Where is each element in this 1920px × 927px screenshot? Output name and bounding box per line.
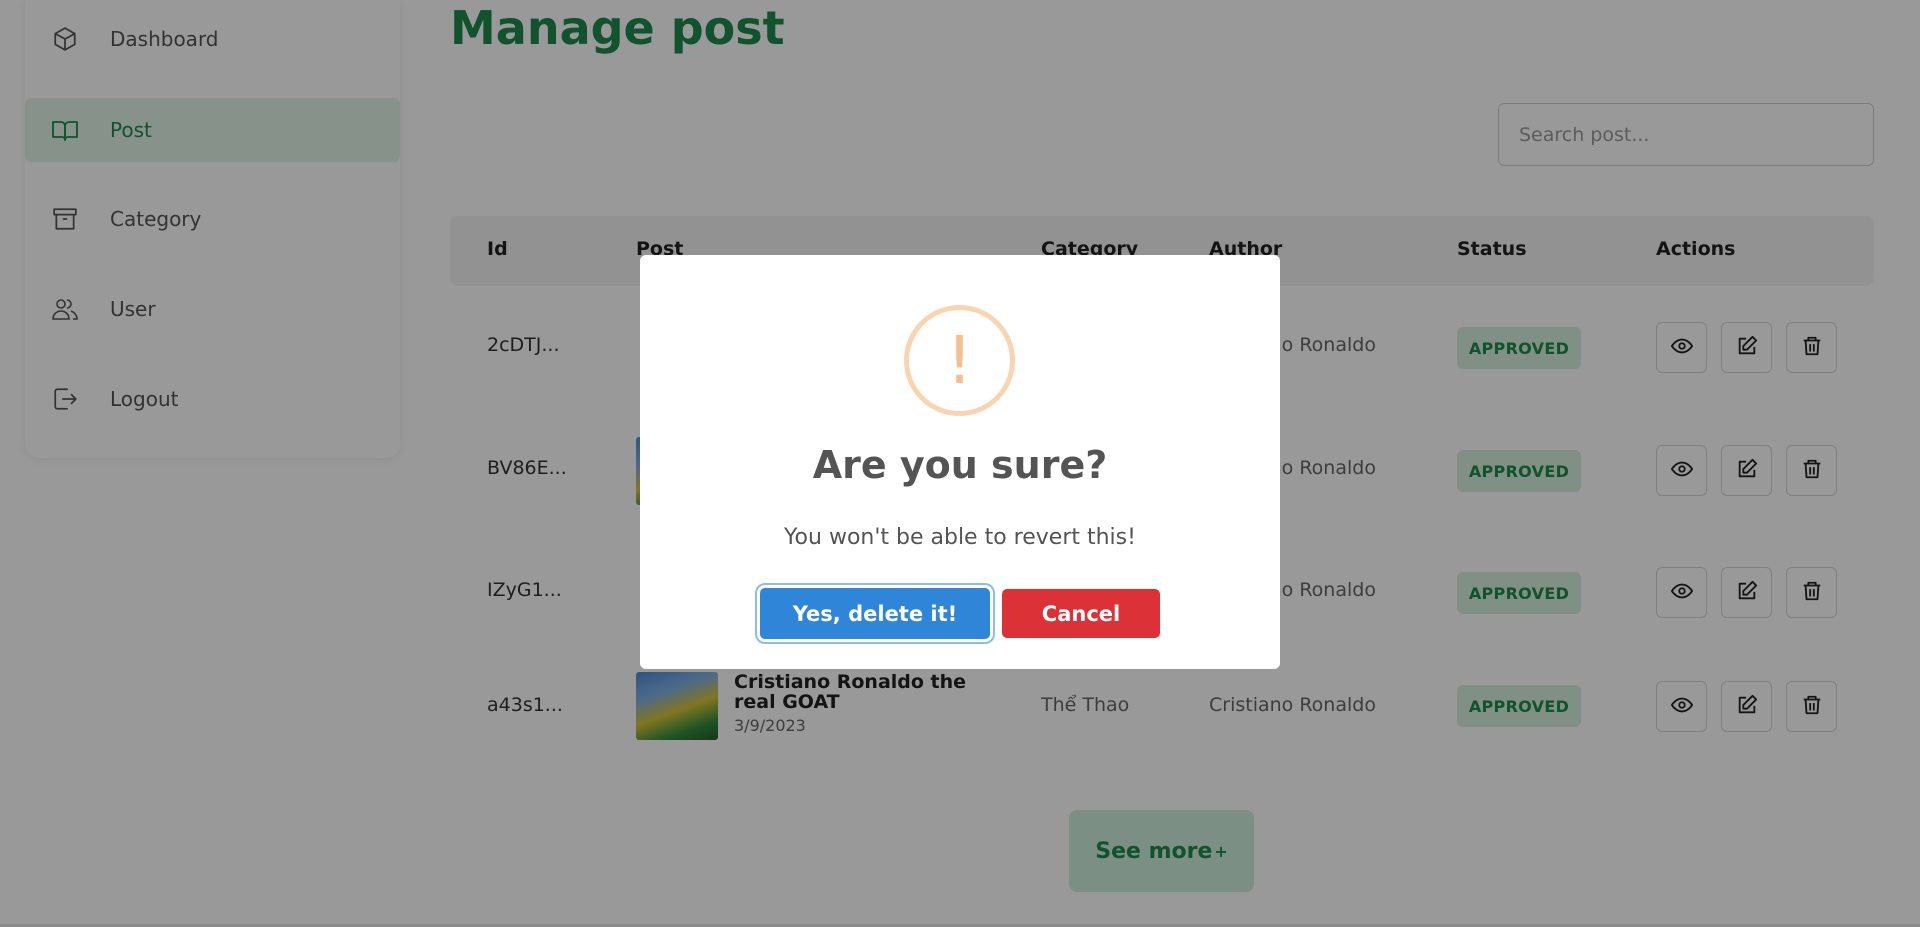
warning-icon: ! (904, 305, 1015, 416)
cancel-button[interactable]: Cancel (1002, 589, 1160, 638)
dialog-message: You won't be able to revert this! (784, 525, 1136, 550)
confirm-dialog: ! Are you sure? You won't be able to rev… (640, 255, 1280, 669)
confirm-delete-button[interactable]: Yes, delete it! (760, 588, 990, 639)
warning-glyph: ! (946, 321, 973, 399)
dialog-title: Are you sure? (812, 443, 1108, 487)
